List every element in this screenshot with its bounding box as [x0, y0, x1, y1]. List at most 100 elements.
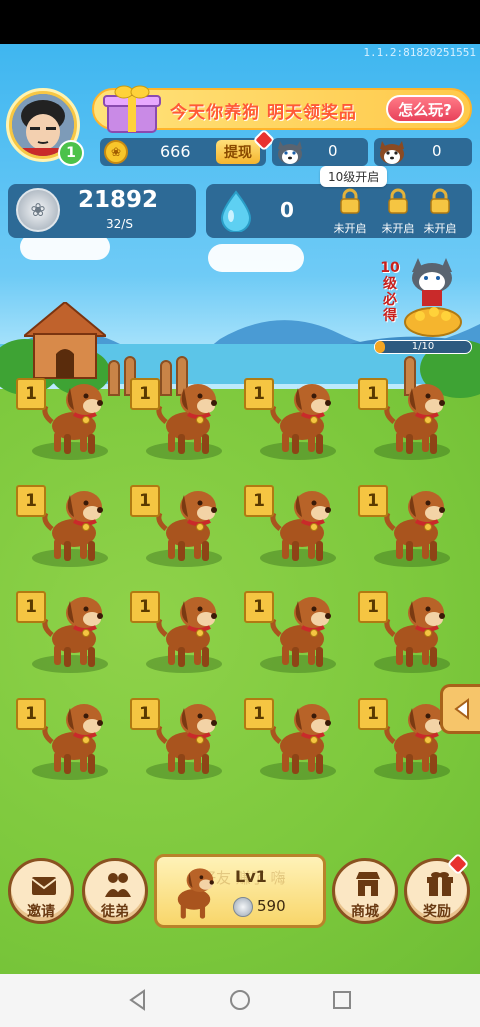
dog-level-badge: 1 — [16, 378, 46, 410]
buy-dog-button[interactable]: 好友 赚了 嗨 Lv1 590 — [154, 854, 326, 928]
home-icon[interactable] — [228, 988, 252, 1012]
silver-rate: 32/S — [106, 217, 133, 231]
dog-slot[interactable]: 1 — [130, 587, 230, 677]
dog-slot[interactable]: 1 — [244, 481, 344, 571]
withdraw-button[interactable]: 提现 — [216, 140, 260, 164]
locked-slot[interactable]: 未开启 — [378, 188, 418, 235]
dog-icon — [384, 597, 445, 667]
dog-icon — [156, 491, 217, 561]
unlock-tooltip: 10级开启 — [320, 166, 388, 187]
dog-icon — [42, 491, 103, 561]
dog-icon — [42, 597, 103, 667]
promo-text: 10级必得 — [380, 260, 400, 324]
dog-slot[interactable]: 1 — [130, 481, 230, 571]
lock-icon — [340, 188, 360, 214]
dog-slot[interactable]: 1 — [130, 694, 230, 784]
apprentice-label: 徒弟 — [101, 904, 129, 920]
shop-button[interactable]: 商城 — [332, 858, 398, 924]
silver-value: 21892 — [78, 187, 159, 213]
dog-level-badge: 1 — [244, 378, 274, 410]
dog-icon — [270, 491, 331, 561]
dog-slot[interactable]: 1 — [358, 374, 458, 464]
dog-slot[interactable]: 1 — [244, 374, 344, 464]
dog-level-badge: 1 — [130, 698, 160, 730]
coins-bar: ❀ 666 提现 — [100, 128, 276, 166]
shop-icon — [356, 872, 380, 896]
locked-slot-label: 未开启 — [423, 222, 457, 235]
promo-progress-text: 1/10 — [411, 341, 435, 352]
dog-slot[interactable]: 1 — [244, 694, 344, 784]
gem-panel: 0 未开启 未开启 未开启 — [206, 184, 472, 238]
apprentice-button[interactable]: 徒弟 — [82, 858, 148, 924]
dog-level-badge: 1 — [244, 591, 274, 623]
dog-level-badge: 1 — [358, 485, 388, 517]
dog-slot[interactable]: 1 — [16, 694, 116, 784]
dog-slot[interactable]: 1 — [130, 374, 230, 464]
recents-icon[interactable] — [330, 988, 354, 1012]
invite-label: 邀请 — [27, 904, 55, 920]
dog-level-badge: 1 — [130, 378, 160, 410]
paw-coin-icon: ❀ — [104, 140, 128, 164]
water-drop-icon — [220, 190, 252, 232]
dog-level-badge: 1 — [358, 591, 388, 623]
shop-label: 商城 — [351, 904, 379, 920]
dog-icon — [156, 597, 217, 667]
silver-panel: ❀ 21892 32/S — [8, 184, 196, 238]
version-label: 1.1.2:81820251551 — [363, 46, 476, 59]
dog-icon — [270, 384, 331, 454]
dog-slot[interactable]: 1 — [358, 481, 458, 571]
back-icon[interactable] — [126, 988, 150, 1012]
gem-value: 0 — [280, 198, 294, 222]
gift-box-icon — [103, 85, 161, 133]
dog-level-badge: 1 — [16, 591, 46, 623]
side-expand-button[interactable] — [440, 684, 480, 734]
dog-icon — [156, 384, 217, 454]
people-icon — [105, 873, 131, 897]
husky-count: 0 — [432, 142, 442, 160]
dog-level-badge: 1 — [244, 698, 274, 730]
promo-progress-bar: 1/10 — [374, 340, 472, 354]
banner-text: 今天你养狗 明天领奖品 — [170, 103, 357, 123]
dog-level-badge: 1 — [358, 698, 388, 730]
husky-counter-1: 0 — [272, 138, 368, 166]
level-badge: 1 — [58, 140, 84, 166]
buy-price: 590 — [257, 897, 286, 915]
silver-paw-coin-icon — [233, 897, 253, 917]
locked-slot[interactable]: 未开启 — [420, 188, 460, 235]
dog-icon — [270, 704, 331, 774]
arrow-left-icon — [453, 698, 469, 720]
cloud — [208, 244, 304, 272]
dog-slot[interactable]: 1 — [244, 587, 344, 677]
dog-slot[interactable]: 1 — [16, 374, 116, 464]
lock-icon — [388, 188, 408, 214]
game-screen: 1.1.2:81820251551 1 今天你养狗 明天领奖品 怎么玩? ❀ 6… — [0, 44, 480, 974]
envelope-icon — [31, 877, 57, 895]
how-to-play-button[interactable]: 怎么玩? — [386, 95, 464, 123]
level-reward-promo[interactable]: 10级必得 — [378, 250, 466, 346]
husky-icon — [278, 141, 302, 164]
dog-icon — [177, 868, 214, 919]
promo-banner[interactable]: 今天你养狗 明天领奖品 怎么玩? — [92, 85, 472, 133]
system-nav-bar — [0, 974, 480, 1027]
husky-counter-2: 0 — [374, 138, 472, 166]
husky-count: 0 — [328, 142, 338, 160]
dog-level-badge: 1 — [16, 698, 46, 730]
dog-level-badge: 1 — [16, 485, 46, 517]
dog-level-badge: 1 — [130, 485, 160, 517]
dog-icon — [270, 597, 331, 667]
locked-slot[interactable]: 未开启 — [330, 188, 370, 235]
dog-slot[interactable]: 1 — [16, 481, 116, 571]
dog-icon — [384, 491, 445, 561]
dog-level-badge: 1 — [358, 378, 388, 410]
dog-icon — [156, 704, 217, 774]
dog-icon — [42, 704, 103, 774]
silver-paw-coin-icon: ❀ — [16, 188, 60, 232]
locked-slot-label: 未开启 — [333, 222, 367, 235]
dog-slot[interactable]: 1 — [358, 587, 458, 677]
gift-icon — [427, 872, 453, 896]
reward-label: 奖励 — [423, 904, 451, 920]
status-bar — [0, 0, 480, 44]
invite-button[interactable]: 邀请 — [8, 858, 74, 924]
dog-slot[interactable]: 1 — [16, 587, 116, 677]
husky-icon — [380, 141, 404, 164]
